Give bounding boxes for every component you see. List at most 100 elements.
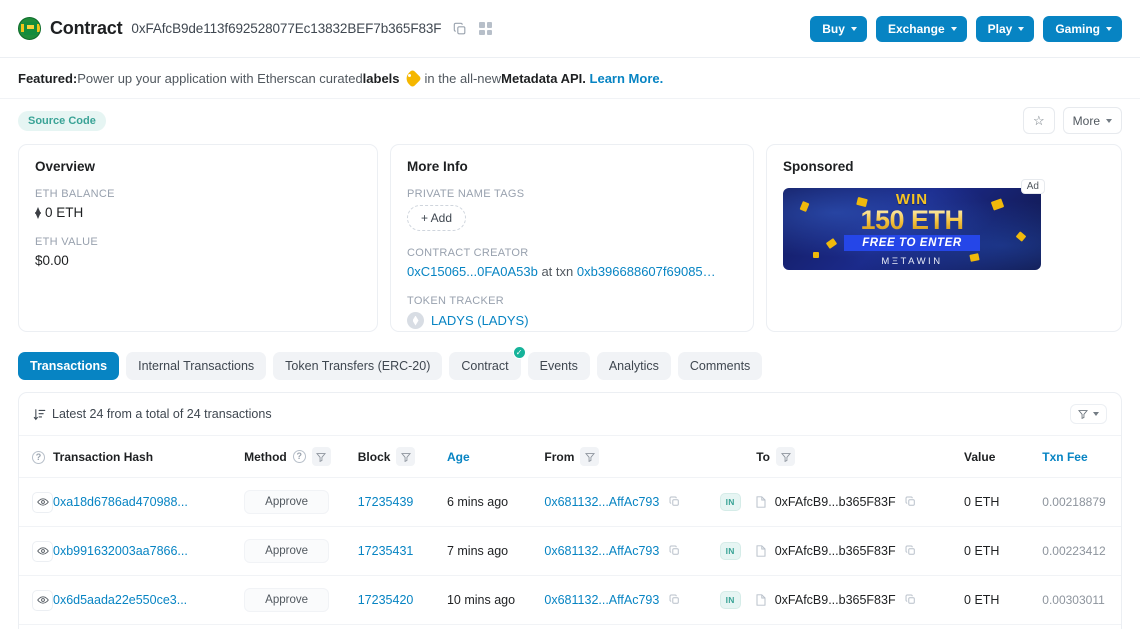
- creator-address-link[interactable]: 0xC15065...0FA0A53b: [407, 264, 538, 279]
- page-title: Contract: [50, 18, 123, 38]
- block-link[interactable]: 17235420: [358, 593, 414, 607]
- row-age-cell: 6 mins ago: [446, 477, 545, 527]
- ad-brand: MΞTAWIN: [881, 255, 943, 267]
- copy-icon[interactable]: [905, 594, 916, 605]
- to-filter-button[interactable]: [776, 447, 795, 466]
- tab-transactions[interactable]: Transactions: [18, 352, 120, 380]
- th-eye: ?: [19, 436, 53, 478]
- method-badge[interactable]: Approve: [244, 490, 330, 514]
- gaming-button[interactable]: Gaming: [1043, 15, 1122, 42]
- tab-events[interactable]: Events: [527, 352, 590, 380]
- source-code-badge[interactable]: Source Code: [18, 110, 106, 131]
- qr-code-icon[interactable]: [478, 21, 493, 36]
- row-block-cell: 17235439: [357, 477, 447, 527]
- th-age[interactable]: Age: [446, 436, 545, 478]
- from-address-link[interactable]: 0x681132...AffAc793: [544, 495, 659, 509]
- from-address-link[interactable]: 0x681132...AffAc793: [544, 593, 659, 607]
- eye-icon[interactable]: [32, 540, 53, 562]
- row-method-cell: Approve: [244, 625, 358, 629]
- row-eye-cell: [19, 625, 53, 629]
- token-tracker-link[interactable]: LADYS (LADYS): [431, 313, 529, 328]
- featured-text-1: Power up your application with Etherscan…: [77, 71, 363, 86]
- favorite-star-button[interactable]: ☆: [1023, 107, 1055, 134]
- row-to-cell: 0xFAfcB9...b365F83F: [756, 477, 965, 527]
- row-hash-cell: 0x7fb692160991f5bc6...: [53, 625, 244, 629]
- copy-icon[interactable]: [905, 496, 916, 507]
- ad-headline-2: 150 ETH: [860, 204, 964, 235]
- table-row: 0xb991632003aa7866... Approve 17235431 7…: [19, 526, 1121, 576]
- row-method-cell: Approve: [244, 477, 358, 527]
- tab-internal-transactions[interactable]: Internal Transactions: [126, 352, 267, 380]
- th-direction: [719, 436, 757, 478]
- chevron-down-icon: [950, 26, 957, 31]
- ad-wrapper: Ad WIN 150 ETH FREE TO ENTER MΞTAWIN: [783, 179, 1045, 270]
- more-button[interactable]: More: [1062, 107, 1122, 134]
- th-from: From: [544, 436, 720, 478]
- copy-icon[interactable]: [669, 594, 680, 605]
- block-filter-button[interactable]: [396, 447, 416, 466]
- method-filter-button[interactable]: [311, 447, 331, 466]
- direction-badge: IN: [719, 542, 741, 560]
- tab-contract[interactable]: Contract ✓: [449, 346, 526, 380]
- block-link[interactable]: 17235439: [358, 495, 414, 509]
- row-hash-cell: 0xb991632003aa7866...: [53, 526, 245, 576]
- row-age-cell: 10 mins ago: [446, 575, 545, 625]
- play-button[interactable]: Play: [975, 15, 1035, 42]
- featured-bold-labels: labels: [362, 71, 400, 86]
- contract-address: 0xFAfcB9de113f692528077Ec13832BEF7b365F8…: [131, 21, 442, 36]
- tab-analytics[interactable]: Analytics: [596, 352, 671, 380]
- funnel-icon: [316, 452, 327, 462]
- tab-token-transfers[interactable]: Token Transfers (ERC-20): [273, 352, 443, 380]
- th-block: Block: [357, 436, 447, 478]
- eth-balance-label: ETH BALANCE: [35, 188, 115, 200]
- creator-txn-link[interactable]: 0xb396688607f69085…: [577, 264, 716, 279]
- help-circle-icon[interactable]: ?: [32, 451, 45, 464]
- copy-icon[interactable]: [669, 545, 680, 556]
- copy-icon[interactable]: [905, 545, 916, 556]
- add-name-tag-button[interactable]: + Add: [407, 205, 467, 231]
- to-address: 0xFAfcB9...b365F83F: [774, 544, 896, 558]
- help-circle-icon[interactable]: ?: [292, 450, 306, 463]
- transactions-table-body: 0xa18d6786ad470988... Approve 17235439 6…: [19, 477, 1121, 629]
- learn-more-link[interactable]: Learn More.: [590, 71, 664, 86]
- row-eye-cell: [19, 526, 53, 576]
- method-badge[interactable]: Approve: [244, 539, 330, 563]
- buy-button-label: Buy: [822, 21, 845, 36]
- row-direction-cell: IN: [719, 575, 757, 625]
- row-hash-cell: 0xa18d6786ad470988...: [53, 477, 245, 527]
- transaction-hash-link[interactable]: 0xb991632003aa7866...: [53, 544, 188, 558]
- from-filter-button[interactable]: [580, 447, 600, 466]
- method-badge[interactable]: Approve: [244, 588, 330, 612]
- content-tabs: Transactions Internal Transactions Token…: [0, 332, 1140, 392]
- eth-balance-value-row: 0 ETH: [35, 205, 361, 220]
- token-tracker-row[interactable]: LADYS (LADYS): [407, 312, 737, 329]
- contract-doc-icon: [756, 594, 766, 606]
- copy-icon[interactable]: [669, 496, 680, 507]
- sort-descending-icon[interactable]: [33, 408, 46, 421]
- table-filter-button[interactable]: [1070, 404, 1107, 424]
- from-address-link[interactable]: 0x681132...AffAc793: [544, 544, 659, 558]
- sponsored-ad-banner[interactable]: WIN 150 ETH FREE TO ENTER MΞTAWIN: [783, 188, 1041, 270]
- th-value-label: Value: [964, 449, 996, 464]
- block-link[interactable]: 17235431: [358, 544, 414, 558]
- table-row: 0x7fb692160991f5bc6... Approve 17235409 …: [19, 625, 1121, 629]
- chevron-down-icon: [1018, 26, 1025, 31]
- buy-button[interactable]: Buy: [810, 15, 867, 42]
- direction-badge: IN: [719, 591, 741, 609]
- contract-doc-icon: [756, 545, 766, 557]
- eye-icon[interactable]: [32, 491, 53, 513]
- tab-comments[interactable]: Comments: [677, 352, 763, 380]
- exchange-button[interactable]: Exchange: [875, 15, 967, 42]
- creator-mid-text: at txn: [537, 264, 577, 279]
- eye-icon[interactable]: [32, 589, 53, 611]
- transaction-hash-link[interactable]: 0x6d5aada22e550ce3...: [53, 593, 187, 607]
- contract-creator-line: 0xC15065...0FA0A53b at txn 0xb396688607f…: [407, 264, 737, 279]
- funnel-icon: [584, 452, 595, 462]
- copy-icon[interactable]: [452, 21, 467, 36]
- row-block-cell: 17235409: [358, 625, 447, 629]
- th-txn-fee[interactable]: Txn Fee: [1042, 436, 1121, 478]
- contract-creator-label: CONTRACT CREATOR: [407, 247, 529, 259]
- row-direction-cell: IN: [719, 526, 757, 576]
- eth-value-label: ETH VALUE: [35, 236, 99, 248]
- transaction-hash-link[interactable]: 0xa18d6786ad470988...: [53, 495, 188, 509]
